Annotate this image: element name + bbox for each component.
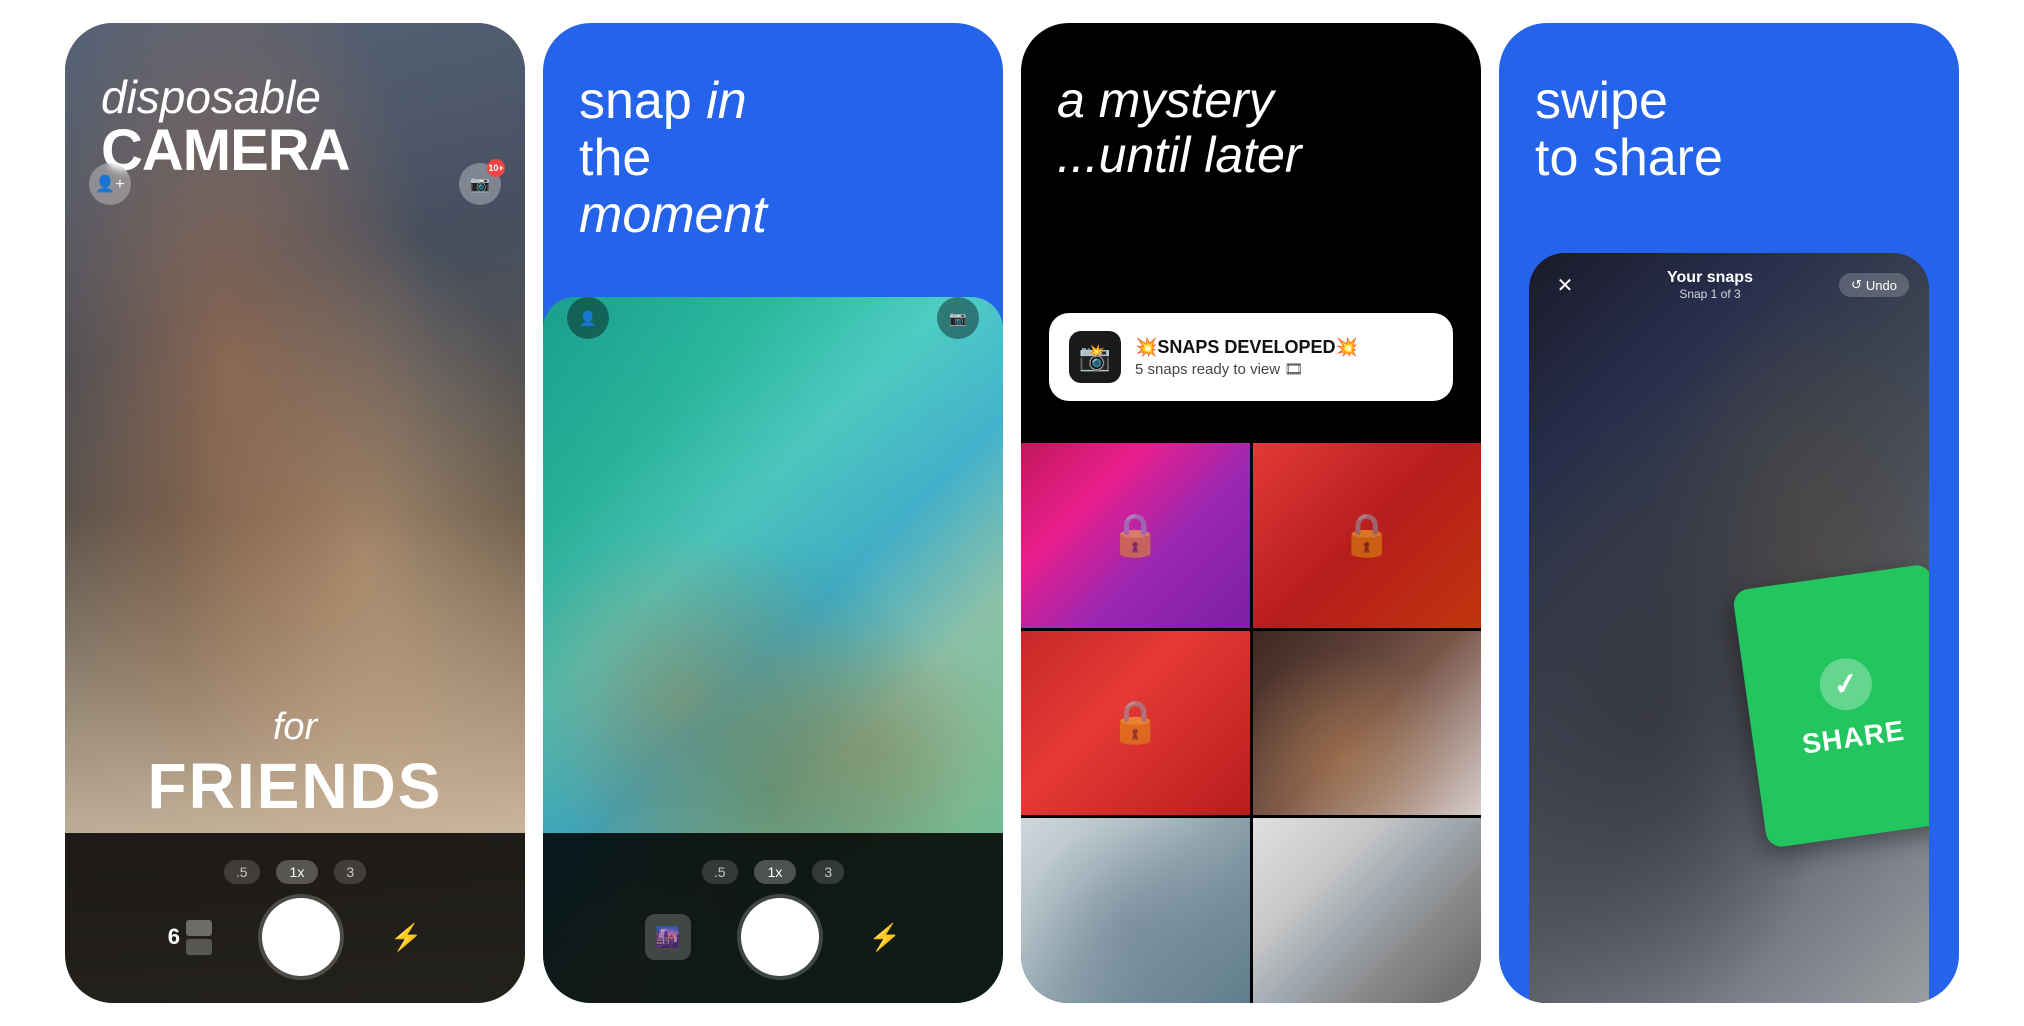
undo-icon: ↺ (1851, 277, 1862, 293)
person-add-icon: 👤+ (95, 174, 124, 194)
flash-icon[interactable]: ⚡ (390, 922, 422, 953)
card2-top-ui: 👤 📷 (543, 297, 1003, 339)
grid-cell-3[interactable]: 🔒 (1021, 631, 1250, 816)
card2-thumb-icon: 🌆 (655, 925, 680, 950)
card4-title-area: Your snaps Snap 1 of 3 (1667, 269, 1753, 301)
card3-headline: a mystery ...until later (1021, 23, 1481, 183)
photo-grid: 🔒 🔒 🔒 (1021, 443, 1481, 1003)
film-strip-top (186, 920, 212, 936)
card4-word-to-share: to share (1535, 130, 1923, 187)
card3-headline-line1: a mystery (1057, 72, 1274, 128)
card4-close-button[interactable]: ✕ (1549, 269, 1581, 301)
card1-headline-line1: disposable (101, 73, 489, 121)
card2-add-friend-button[interactable]: 👤 (567, 297, 609, 339)
friends-label: FRIENDS (65, 749, 525, 823)
film-strip-bottom (186, 939, 212, 955)
card2-zoom-05[interactable]: .5 (702, 860, 738, 884)
grid-photo1-content (1253, 631, 1482, 816)
card2-shutter-button[interactable] (741, 898, 819, 976)
share-label: SHARE (1800, 715, 1906, 761)
card2-zoom-controls: .5 1x 3 (702, 860, 844, 884)
lock-icon-2: 🔒 (1341, 511, 1393, 560)
zoom-05-button[interactable]: .5 (224, 860, 260, 884)
card4-undo-button[interactable]: ↺ Undo (1839, 273, 1909, 297)
lock-icon-3: 🔒 (1109, 698, 1161, 747)
card2-film-button[interactable]: 📷 (937, 297, 979, 339)
card4-word-swipe: swipe (1535, 72, 1668, 130)
card3-headline-line2: ...until later (1057, 127, 1302, 183)
zoom-controls: .5 1x 3 (224, 860, 366, 884)
shutter-button[interactable] (262, 898, 340, 976)
grid-photo1-overlay (1253, 631, 1482, 816)
notif-app-icon: 📸 (1069, 331, 1121, 383)
card4-subtitle: Snap 1 of 3 (1667, 287, 1753, 301)
lock-icon-1: 🔒 (1109, 511, 1161, 560)
card1-top-ui: 👤+ 📷 10+ (65, 163, 525, 205)
card2-shutter-row: 🌆 ⚡ (543, 898, 1003, 976)
phone-card-2: snap in the moment 👤 📷 .5 1x 3 🌆 ⚡ (543, 23, 1003, 1003)
grid-cell-6[interactable] (1253, 818, 1482, 1003)
shutter-row: 6 ⚡ (65, 898, 525, 976)
notification-card: 📸 💥SNAPS DEVELOPED💥 5 snaps ready to vie… (1049, 313, 1453, 401)
zoom-3x-button[interactable]: 3 (334, 860, 366, 884)
add-friend-button[interactable]: 👤+ (89, 163, 131, 205)
grid-cell-1[interactable]: 🔒 (1021, 443, 1250, 628)
notif-title: 💥SNAPS DEVELOPED💥 (1135, 337, 1358, 358)
film-badge: 10+ (487, 159, 505, 177)
card2-gallery-thumb[interactable]: 🌆 (645, 914, 691, 960)
card2-zoom-3x[interactable]: 3 (812, 860, 844, 884)
checkmark-symbol: ✓ (1831, 665, 1861, 703)
card2-headline-text: snap in the moment (579, 73, 967, 245)
card2-person-icon: 👤 (579, 310, 596, 327)
card2-zoom-1x[interactable]: 1x (754, 860, 797, 884)
for-friends-overlay: for FRIENDS (65, 706, 525, 823)
film-counter: 6 (168, 920, 212, 955)
card2-word-in: in (706, 72, 746, 130)
phone-card-1: disposable CAMERA 👤+ 📷 10+ for FRIENDS .… (65, 23, 525, 1003)
film-strip-icon (186, 920, 212, 955)
card1-camera-controls: .5 1x 3 6 ⚡ (65, 833, 525, 1003)
card3-headline-text: a mystery ...until later (1057, 73, 1445, 183)
card1-headline: disposable CAMERA (65, 23, 525, 182)
card4-phone-mockup: ✕ Your snaps Snap 1 of 3 ↺ Undo ✓ SHARE (1529, 253, 1929, 1003)
for-label: for (65, 706, 525, 749)
share-checkmark-icon: ✓ (1817, 655, 1876, 714)
card2-flash-icon[interactable]: ⚡ (869, 922, 901, 953)
zoom-1x-button[interactable]: 1x (276, 860, 319, 884)
undo-label: Undo (1866, 278, 1897, 293)
film-roll-icon: 📷 (470, 174, 490, 194)
card2-word-the: the (579, 130, 967, 187)
card4-title: Your snaps (1667, 269, 1753, 287)
film-count-number: 6 (168, 924, 180, 950)
card4-headline: swipe to share (1499, 23, 1959, 187)
grid-cell-2[interactable]: 🔒 (1253, 443, 1482, 628)
card2-camera-controls: .5 1x 3 🌆 ⚡ (543, 833, 1003, 1003)
grid-photo3-bg (1253, 818, 1482, 1003)
card2-word-moment: moment (579, 186, 767, 244)
phone-card-3: a mystery ...until later 📸 💥SNAPS DEVELO… (1021, 23, 1481, 1003)
phone-card-4: swipe to share ✕ Your snaps Snap 1 of 3 … (1499, 23, 1959, 1003)
share-card[interactable]: ✓ SHARE (1732, 563, 1929, 848)
grid-cell-4[interactable] (1253, 631, 1482, 816)
film-roll-button[interactable]: 📷 10+ (459, 163, 501, 205)
card2-headline: snap in the moment (543, 23, 1003, 245)
notif-subtitle: 5 snaps ready to view 🎞 (1135, 360, 1358, 378)
card4-inner-ui: ✕ Your snaps Snap 1 of 3 ↺ Undo (1529, 253, 1929, 317)
card2-film-icon: 📷 (949, 310, 966, 327)
grid-cell-5[interactable] (1021, 818, 1250, 1003)
grid-photo2-overlay (1021, 818, 1250, 1003)
card4-headline-text: swipe to share (1535, 73, 1923, 187)
card2-word-snap: snap (579, 72, 706, 130)
notif-text-area: 💥SNAPS DEVELOPED💥 5 snaps ready to view … (1135, 337, 1358, 378)
notif-camera-icon: 📸 (1079, 342, 1111, 373)
